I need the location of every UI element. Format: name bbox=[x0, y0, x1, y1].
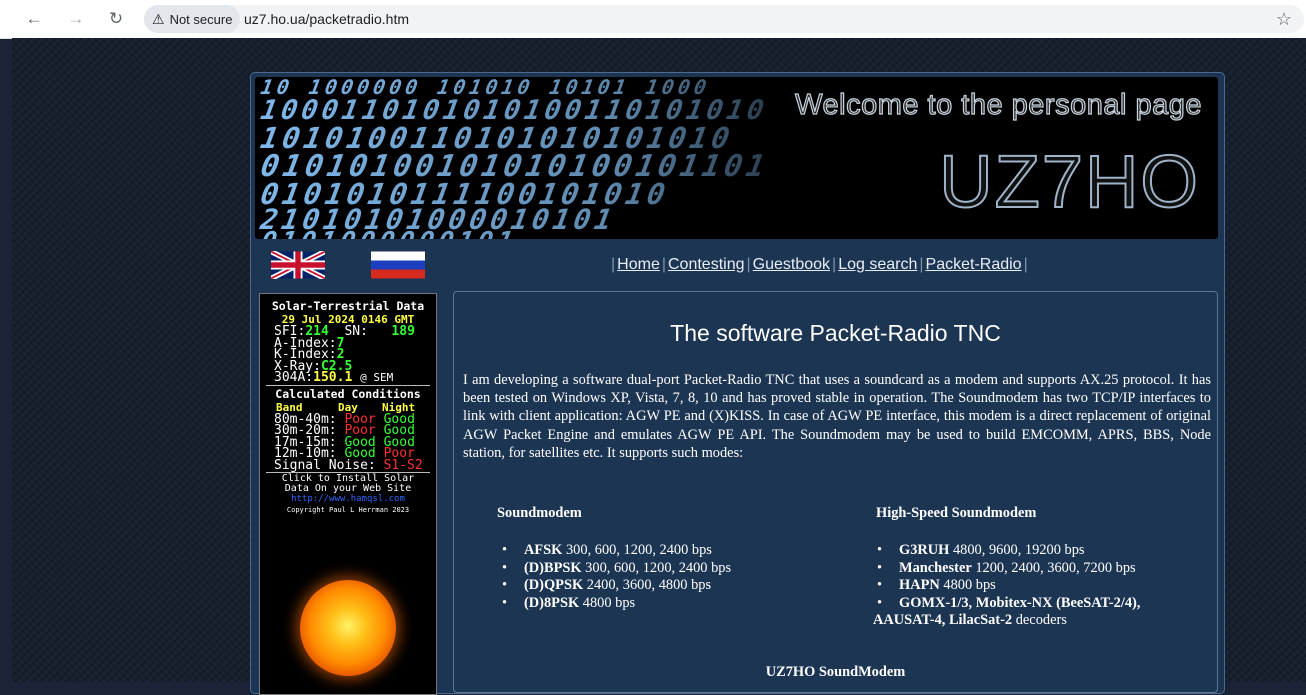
sun-image bbox=[300, 580, 396, 676]
nav-link-packet-radio[interactable]: Packet-Radio bbox=[926, 256, 1022, 273]
solar-copyright: Copyright Paul L Herrman 2023 bbox=[286, 506, 410, 514]
he-row: 304A:150.1 @ SEM bbox=[274, 370, 394, 385]
security-indicator[interactable]: ⚠ Not secure bbox=[144, 5, 241, 33]
high-speed-modes-list: G3RUH 4800, 9600, 19200 bpsManchester 12… bbox=[873, 542, 1213, 630]
url-text[interactable]: uz7.ho.ua/packetradio.htm bbox=[244, 5, 409, 33]
hamqsl-link[interactable]: http://www.hamqsl.com bbox=[260, 494, 436, 504]
reload-icon[interactable]: ↻ bbox=[104, 7, 128, 31]
page-background: 0101000000101210101010000101010101010111… bbox=[12, 38, 1306, 695]
star-icon[interactable]: ☆ bbox=[1276, 5, 1292, 33]
signal-noise-row: Signal Noise: S1-S2 bbox=[274, 457, 423, 473]
page-title: The software Packet-Radio TNC bbox=[670, 320, 1001, 346]
header-banner: 0101000000101210101010000101010101010111… bbox=[255, 77, 1218, 239]
forward-arrow-icon[interactable]: → bbox=[64, 7, 88, 31]
mode-item: AFSK 300, 600, 1200, 2400 bps bbox=[498, 542, 731, 560]
nav-link-log-search[interactable]: Log search bbox=[838, 256, 917, 273]
welcome-text: Welcome to the personal page bbox=[795, 88, 1203, 121]
uk-flag-icon[interactable] bbox=[271, 251, 325, 279]
nav-link-contesting[interactable]: Contesting bbox=[668, 256, 745, 273]
mode-item: (D)QPSK 2400, 3600, 4800 bps bbox=[498, 577, 731, 595]
high-speed-heading: High-Speed Soundmodem bbox=[876, 505, 1037, 521]
intro-paragraph: I am developing a software dual-port Pac… bbox=[463, 372, 1211, 461]
callsign-logo: UZ7HO bbox=[938, 139, 1200, 224]
install-text-2: Data On your Web Site bbox=[284, 483, 412, 494]
mode-item: GOMX-1/3, Mobitex-NX (BeeSAT-2/4), bbox=[873, 595, 1213, 613]
main-navigation: | Home | Contesting | Guestbook | Log search | Pa… bbox=[611, 256, 1028, 273]
russia-flag-icon[interactable] bbox=[371, 251, 425, 279]
mode-item: (D)BPSK 300, 600, 1200, 2400 bps bbox=[498, 560, 731, 578]
security-label: Not secure bbox=[169, 11, 233, 27]
mode-item: G3RUH 4800, 9600, 19200 bps bbox=[873, 542, 1213, 560]
mode-item: Manchester 1200, 2400, 3600, 7200 bps bbox=[873, 560, 1213, 578]
calculated-conditions-title: Calculated Conditions bbox=[275, 386, 421, 401]
nav-link-guestbook[interactable]: Guestbook bbox=[753, 256, 830, 273]
soundmodem-section-heading: UZ7HO SoundModem bbox=[765, 664, 906, 680]
browser-toolbar: ← → ↻ ⚠ Not secure uz7.ho.ua/packetradio… bbox=[0, 0, 1306, 39]
site-container: 0101000000101210101010000101010101010111… bbox=[250, 72, 1225, 695]
mode-item: HAPN 4800 bps bbox=[873, 577, 1213, 595]
warning-icon: ⚠ bbox=[152, 10, 165, 27]
mode-item: (D)8PSK 4800 bps bbox=[498, 595, 731, 613]
band-conditions-table: 80m-40m: Poor Good 30m-20m: Poor Good 17m-… bbox=[260, 413, 436, 461]
back-arrow-icon[interactable]: ← bbox=[22, 7, 46, 31]
solar-title: Solar-Terrestrial Data bbox=[271, 299, 425, 313]
nav-link-home[interactable]: Home bbox=[617, 256, 660, 273]
soundmodem-heading: Soundmodem bbox=[497, 505, 582, 521]
solar-terrestrial-widget[interactable]: Solar-Terrestrial Data 29 Jul 2024 0146 … bbox=[259, 293, 437, 695]
address-bar[interactable]: ⚠ Not secure uz7.ho.ua/packetradio.htm ☆ bbox=[144, 5, 1304, 33]
main-content: The software Packet-Radio TNC I am devel… bbox=[453, 291, 1218, 693]
soundmodem-modes-list: AFSK 300, 600, 1200, 2400 bps(D)BPSK 300… bbox=[498, 542, 731, 612]
mode-item-continued: AAUSAT-4, LilacSat-2 decoders bbox=[873, 612, 1067, 628]
